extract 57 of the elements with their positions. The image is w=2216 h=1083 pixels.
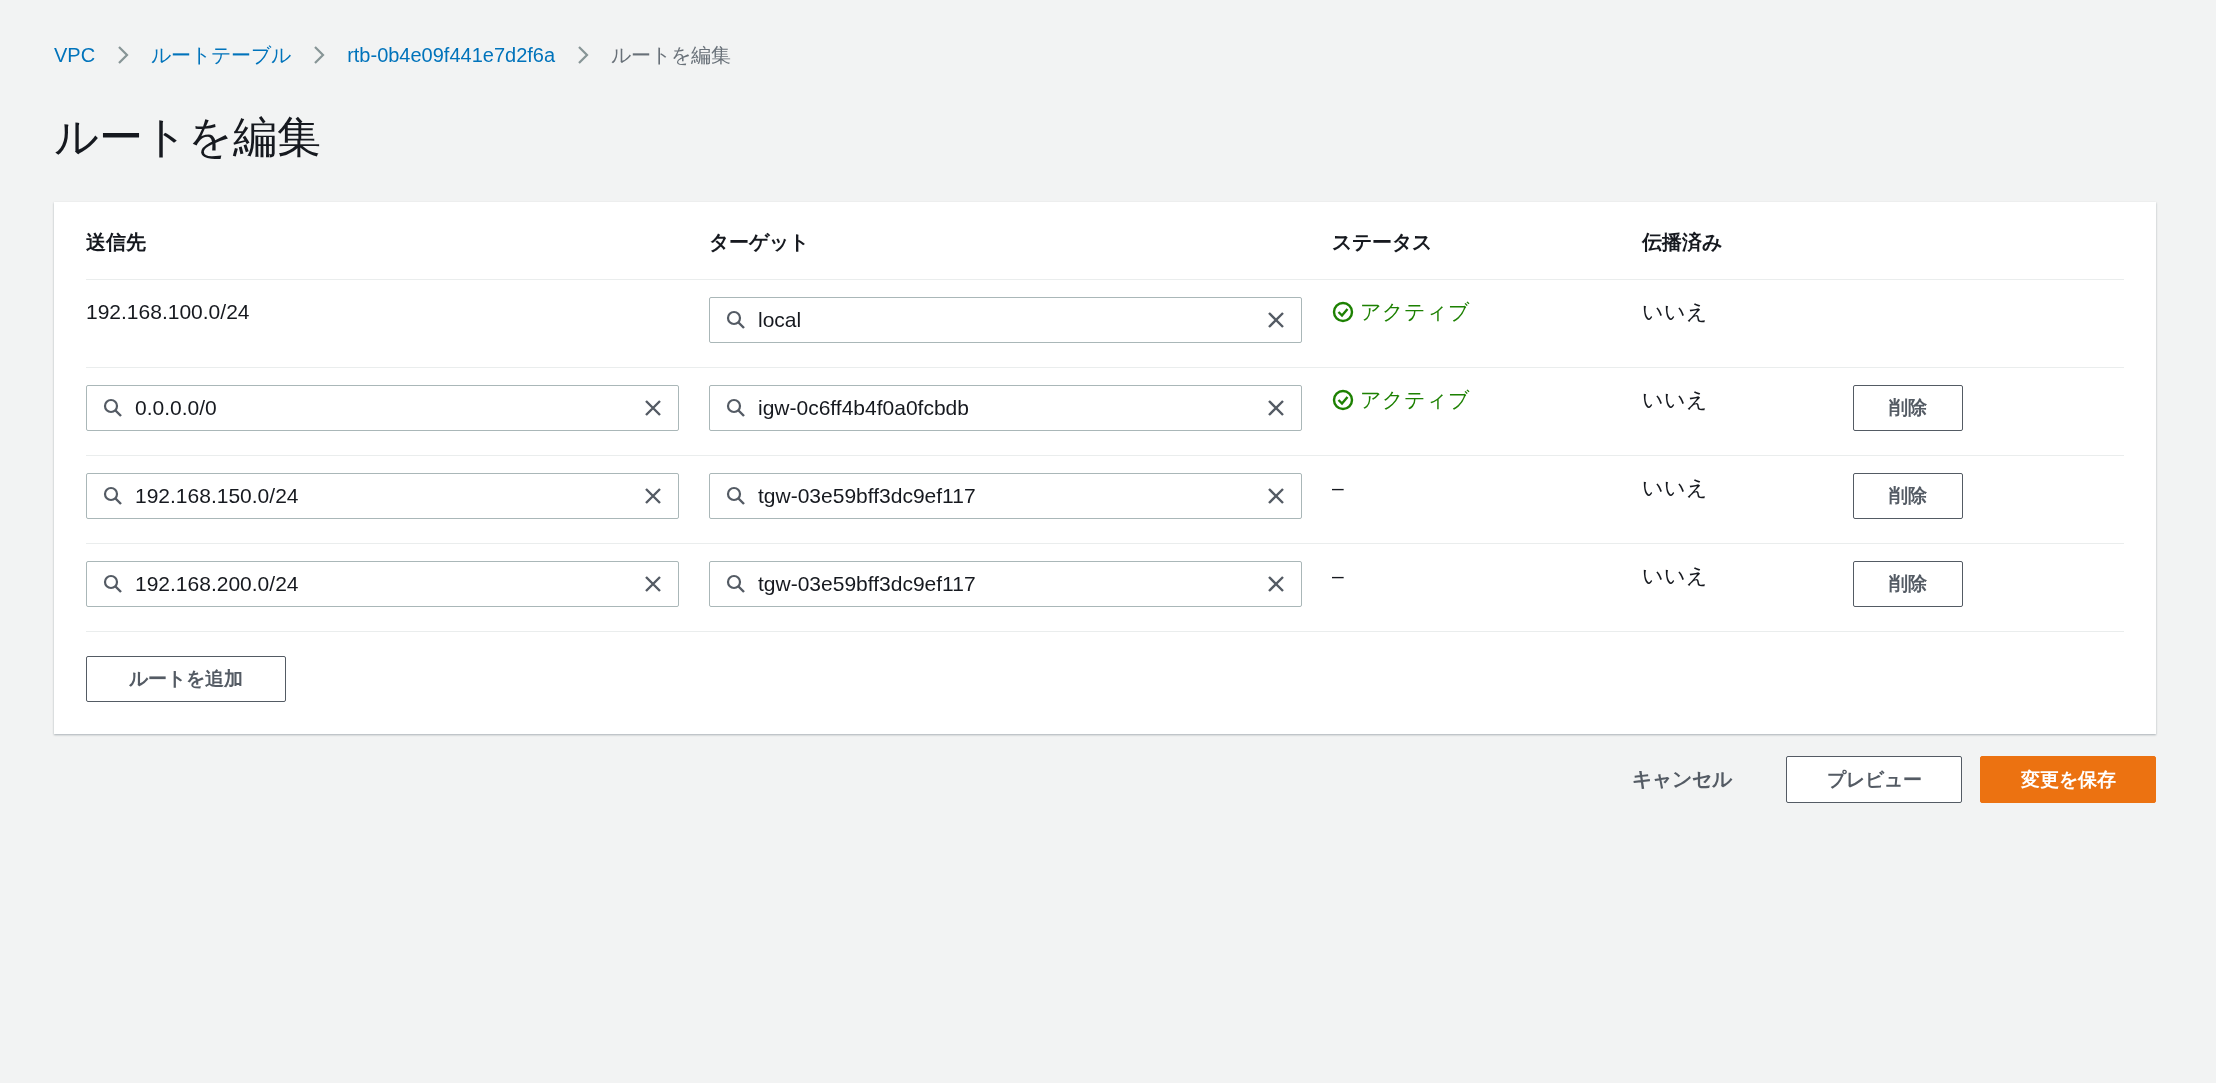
status-text: –: [1332, 563, 1344, 589]
close-icon: [1267, 575, 1285, 593]
close-icon: [1267, 399, 1285, 417]
close-icon: [644, 575, 662, 593]
chevron-right-icon: [117, 45, 130, 65]
search-field[interactable]: tgw-03e59bff3dc9ef117: [709, 473, 1302, 519]
propagated-text: いいえ: [1642, 563, 1708, 589]
search-icon: [103, 398, 123, 418]
column-header: ターゲット: [709, 230, 810, 255]
field-value[interactable]: 0.0.0.0/0: [135, 396, 632, 420]
add-route-button[interactable]: ルートを追加: [86, 656, 286, 702]
search-icon: [103, 486, 123, 506]
search-icon: [103, 574, 123, 594]
column-header: 伝播済み: [1642, 230, 1723, 255]
search-field[interactable]: igw-0c6ff4b4f0a0fcbdb: [709, 385, 1302, 431]
breadcrumb-link[interactable]: ルートテーブル: [151, 41, 292, 69]
field-value[interactable]: 192.168.200.0/24: [135, 572, 632, 596]
search-icon: [726, 310, 746, 330]
field-value[interactable]: tgw-03e59bff3dc9ef117: [758, 572, 1255, 596]
search-field[interactable]: local: [709, 297, 1302, 343]
chevron-right-icon: [577, 45, 590, 65]
search-icon: [726, 398, 746, 418]
search-field[interactable]: 192.168.150.0/24: [86, 473, 679, 519]
search-field[interactable]: tgw-03e59bff3dc9ef117: [709, 561, 1302, 607]
column-header: ステータス: [1332, 230, 1433, 255]
delete-button[interactable]: 削除: [1853, 385, 1963, 431]
propagated-text: いいえ: [1642, 387, 1708, 413]
search-field[interactable]: 192.168.200.0/24: [86, 561, 679, 607]
cancel-link[interactable]: キャンセル: [1632, 766, 1732, 793]
search-icon: [726, 486, 746, 506]
status-text: アクティブ: [1360, 299, 1470, 325]
chevron-right-icon: [313, 45, 326, 65]
close-icon: [1267, 487, 1285, 505]
status-text: アクティブ: [1360, 387, 1470, 413]
propagated-text: いいえ: [1642, 475, 1708, 501]
field-value[interactable]: local: [758, 308, 1255, 332]
status-text: –: [1332, 475, 1344, 501]
delete-button[interactable]: 削除: [1853, 561, 1963, 607]
check-circle-icon: [1332, 301, 1354, 323]
destination-text: 192.168.100.0/24: [86, 299, 250, 325]
close-icon: [644, 487, 662, 505]
field-value[interactable]: 192.168.150.0/24: [135, 484, 632, 508]
delete-button[interactable]: 削除: [1853, 473, 1963, 519]
close-icon: [644, 399, 662, 417]
check-circle-icon: [1332, 389, 1354, 411]
field-value[interactable]: tgw-03e59bff3dc9ef117: [758, 484, 1255, 508]
breadcrumb-link[interactable]: VPC: [54, 43, 96, 67]
preview-button[interactable]: プレビュー: [1786, 756, 1962, 803]
page-title: ルートを編集: [54, 111, 322, 163]
search-icon: [726, 574, 746, 594]
field-value[interactable]: igw-0c6ff4b4f0a0fcbdb: [758, 396, 1255, 420]
search-field[interactable]: 0.0.0.0/0: [86, 385, 679, 431]
breadcrumb-link[interactable]: rtb-0b4e09f441e7d2f6a: [347, 43, 556, 67]
propagated-text: いいえ: [1642, 299, 1708, 325]
column-header: 送信先: [86, 230, 147, 255]
breadcrumb-current: ルートを編集: [611, 42, 732, 68]
close-icon: [1267, 311, 1285, 329]
